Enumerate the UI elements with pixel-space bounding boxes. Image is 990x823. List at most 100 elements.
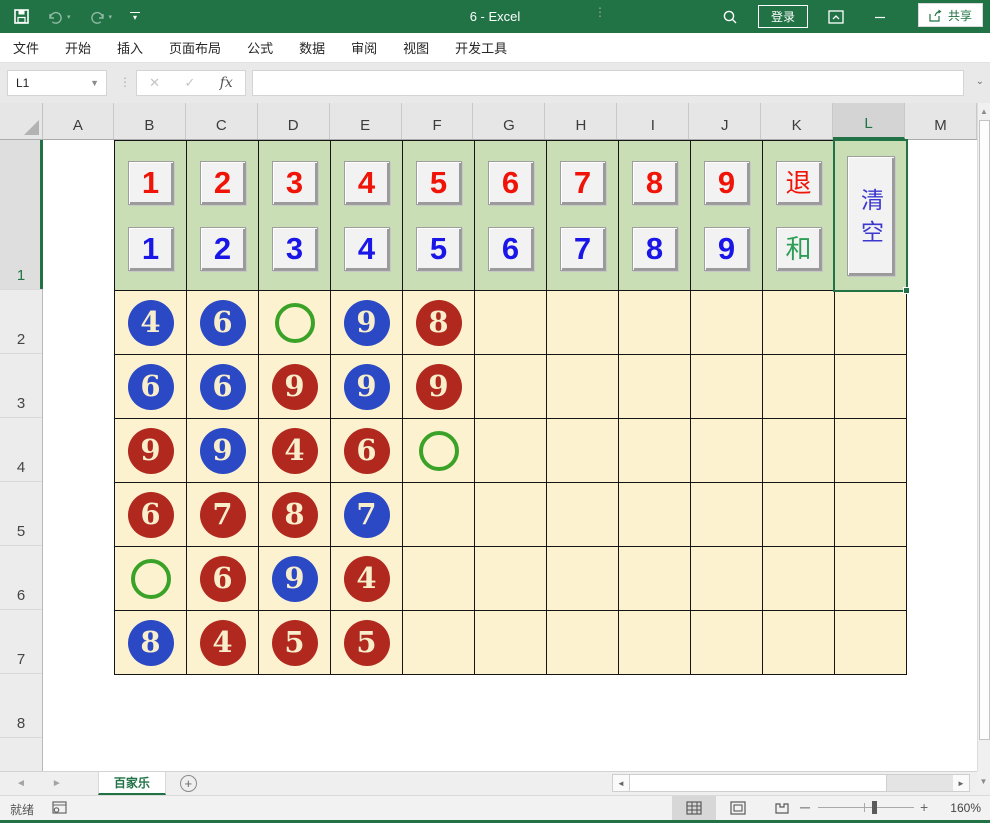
- enter-formula-icon[interactable]: ✓: [184, 75, 195, 91]
- board-cell[interactable]: [547, 611, 619, 675]
- board-cell[interactable]: [475, 355, 547, 419]
- board-cell[interactable]: [403, 483, 475, 547]
- column-header-B[interactable]: B: [114, 103, 186, 139]
- board-cell[interactable]: [475, 611, 547, 675]
- board-cell[interactable]: [763, 611, 835, 675]
- board-cell[interactable]: [619, 483, 691, 547]
- board-cell[interactable]: 9: [115, 419, 187, 483]
- bet-button-bottom-和[interactable]: 和: [776, 227, 822, 271]
- board-cell[interactable]: [763, 291, 835, 355]
- board-cell[interactable]: [691, 291, 763, 355]
- bet-button-top-2[interactable]: 2: [200, 161, 246, 205]
- share-button[interactable]: 共享: [918, 3, 983, 27]
- bet-button-top-3[interactable]: 3: [272, 161, 318, 205]
- scroll-up-icon[interactable]: ▲: [978, 103, 990, 119]
- vertical-scrollbar[interactable]: ▲: [977, 103, 990, 771]
- board-cell[interactable]: 9: [331, 291, 403, 355]
- board-cell[interactable]: [115, 547, 187, 611]
- column-header-M[interactable]: M: [905, 103, 977, 139]
- tab-scroll-divider[interactable]: ⋮: [594, 5, 606, 19]
- row-header-7[interactable]: 7: [0, 610, 42, 674]
- sheet-tab-active[interactable]: 百家乐: [98, 772, 166, 795]
- column-header-C[interactable]: C: [186, 103, 258, 139]
- login-button[interactable]: 登录: [758, 5, 808, 28]
- namebox-dropdown-icon[interactable]: ▼: [90, 78, 99, 88]
- row-header-6[interactable]: 6: [0, 546, 42, 610]
- search-icon[interactable]: [708, 0, 752, 33]
- board-cell[interactable]: 6: [115, 483, 187, 547]
- column-header-G[interactable]: G: [473, 103, 545, 139]
- clear-button[interactable]: 清空: [847, 156, 895, 276]
- board-cell[interactable]: 8: [403, 291, 475, 355]
- zoom-slider-thumb[interactable]: [872, 801, 877, 814]
- board-cell[interactable]: 5: [259, 611, 331, 675]
- cancel-formula-icon[interactable]: ✕: [149, 75, 160, 91]
- bet-button-bottom-3[interactable]: 3: [272, 227, 318, 271]
- board-cell[interactable]: [691, 611, 763, 675]
- bet-button-bottom-5[interactable]: 5: [416, 227, 462, 271]
- board-cell[interactable]: 8: [259, 483, 331, 547]
- ribbon-tab-4[interactable]: 公式: [247, 38, 273, 57]
- board-cell[interactable]: [547, 419, 619, 483]
- board-cell[interactable]: 6: [331, 419, 403, 483]
- board-cell[interactable]: 7: [187, 483, 259, 547]
- board-cell[interactable]: [763, 483, 835, 547]
- scroll-left-icon[interactable]: ◄: [613, 775, 629, 791]
- formula-input[interactable]: [252, 70, 964, 96]
- board-cell[interactable]: [619, 419, 691, 483]
- board-cell[interactable]: [403, 547, 475, 611]
- ribbon-tab-2[interactable]: 插入: [117, 38, 143, 57]
- board-cell[interactable]: 4: [187, 611, 259, 675]
- bet-button-top-8[interactable]: 8: [632, 161, 678, 205]
- scroll-down-icon[interactable]: ▼: [977, 771, 990, 791]
- bet-button-top-6[interactable]: 6: [488, 161, 534, 205]
- board-cell[interactable]: 9: [331, 355, 403, 419]
- minimize-button[interactable]: [858, 0, 902, 33]
- board-cell[interactable]: [475, 419, 547, 483]
- row-header-1[interactable]: 1: [0, 140, 42, 290]
- scroll-right-icon[interactable]: ►: [953, 775, 969, 791]
- ribbon-display-options-icon[interactable]: [814, 0, 858, 33]
- insert-function-icon[interactable]: fx: [220, 75, 233, 91]
- horizontal-scrollbar-thumb[interactable]: [629, 775, 887, 791]
- board-cell[interactable]: 6: [187, 291, 259, 355]
- board-cell[interactable]: [403, 419, 475, 483]
- board-cell[interactable]: 9: [259, 547, 331, 611]
- bet-button-bottom-7[interactable]: 7: [560, 227, 606, 271]
- vertical-scrollbar-thumb[interactable]: [979, 120, 990, 740]
- board-cell[interactable]: [547, 355, 619, 419]
- bet-button-bottom-2[interactable]: 2: [200, 227, 246, 271]
- ribbon-tab-6[interactable]: 审阅: [351, 38, 377, 57]
- redo-icon[interactable]: ▾: [89, 10, 113, 24]
- board-cell[interactable]: 7: [331, 483, 403, 547]
- save-icon[interactable]: [14, 9, 29, 24]
- board-cell[interactable]: [403, 611, 475, 675]
- board-cell[interactable]: [259, 291, 331, 355]
- board-cell[interactable]: [835, 355, 907, 419]
- normal-view-button[interactable]: [672, 796, 716, 820]
- board-cell[interactable]: [835, 291, 907, 355]
- customize-qat-icon[interactable]: ▾: [130, 12, 140, 21]
- board-cell[interactable]: [475, 291, 547, 355]
- board-cell[interactable]: [835, 419, 907, 483]
- expand-formula-bar-icon[interactable]: ⌄: [976, 76, 984, 87]
- zoom-slider-track[interactable]: [818, 807, 914, 808]
- row-header-3[interactable]: 3: [0, 354, 42, 418]
- select-all-button[interactable]: [0, 103, 43, 139]
- column-header-D[interactable]: D: [258, 103, 330, 139]
- next-sheet-icon[interactable]: ►: [52, 778, 62, 789]
- column-header-A[interactable]: A: [43, 103, 114, 139]
- board-cell[interactable]: 4: [115, 291, 187, 355]
- row-header-8[interactable]: 8: [0, 674, 42, 738]
- board-cell[interactable]: [547, 483, 619, 547]
- ribbon-tab-3[interactable]: 页面布局: [169, 38, 221, 57]
- board-cell[interactable]: [691, 419, 763, 483]
- undo-icon[interactable]: ▾: [47, 10, 71, 24]
- board-cell[interactable]: [691, 355, 763, 419]
- row-header-5[interactable]: 5: [0, 482, 42, 546]
- horizontal-scrollbar-track[interactable]: [887, 775, 953, 791]
- ribbon-tab-1[interactable]: 开始: [65, 38, 91, 57]
- ribbon-tab-7[interactable]: 视图: [403, 38, 429, 57]
- row-header-4[interactable]: 4: [0, 418, 42, 482]
- board-cell[interactable]: 4: [259, 419, 331, 483]
